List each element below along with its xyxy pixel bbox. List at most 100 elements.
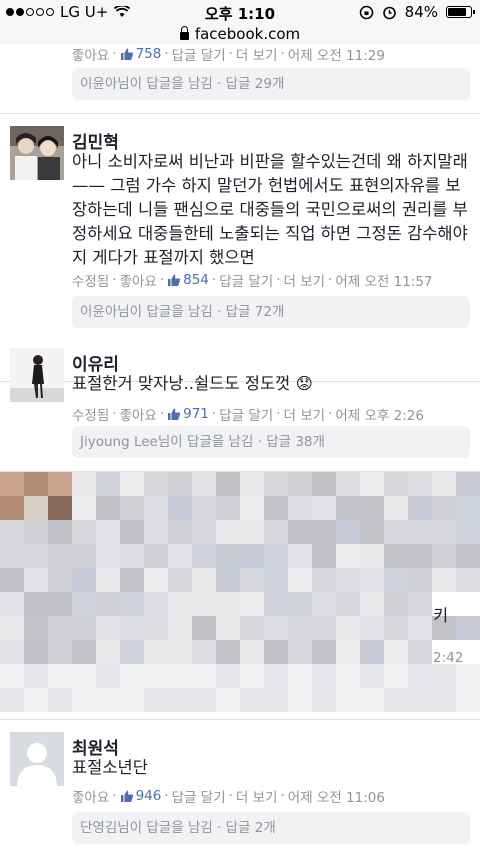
mosaic-cell <box>240 520 264 544</box>
mosaic-cell <box>264 496 288 520</box>
mosaic-cell <box>144 472 168 496</box>
battery-icon <box>446 6 475 18</box>
mosaic-cell <box>24 472 48 496</box>
more-button[interactable]: 더 보기 <box>236 786 278 806</box>
comment-time: 어제 오전 11:57 <box>335 274 433 290</box>
mosaic-cell <box>432 496 456 520</box>
replies-summary[interactable]: 단영김님이 답글을 남김 · 답글 2개 <box>72 812 470 844</box>
mosaic-cell <box>216 472 240 496</box>
mosaic-cell <box>120 544 144 568</box>
mosaic-cell <box>144 496 168 520</box>
like-count[interactable]: 758 <box>120 46 162 62</box>
mosaic-cell <box>264 688 288 712</box>
reply-button[interactable]: 답글 달기 <box>172 786 226 806</box>
mosaic-cell <box>456 520 480 544</box>
url-text: facebook.com <box>194 25 301 43</box>
mosaic-cell <box>96 688 120 712</box>
mosaic-cell <box>120 520 144 544</box>
mosaic-cell <box>288 568 312 592</box>
mosaic-cell <box>216 520 240 544</box>
mosaic-cell <box>24 520 48 544</box>
mosaic-cell <box>48 520 72 544</box>
edited-label: 수정됨 <box>72 408 110 424</box>
more-button[interactable]: 더 보기 <box>283 270 325 290</box>
mosaic-cell <box>360 664 384 688</box>
comment-item: 좋아요 · 758 · 답글 달기 · 더 보기 · 어제 오전 11:29 이윤아님… <box>0 44 480 114</box>
mosaic-cell <box>24 688 48 712</box>
reply-button[interactable]: 답글 달기 <box>172 44 226 64</box>
avatar[interactable] <box>10 348 64 402</box>
mosaic-cell <box>336 688 360 712</box>
mosaic-cell <box>360 496 384 520</box>
mosaic-cell <box>384 544 408 568</box>
comment-meta: 수정됨 · 좋아요 · 971 · 답글 달기 · 더 보기 · 어제 오후 2:26 <box>72 404 424 424</box>
mosaic-cell <box>96 568 120 592</box>
mosaic-cell <box>120 568 144 592</box>
mosaic-cell <box>288 544 312 568</box>
mosaic-cell <box>336 616 360 640</box>
mosaic-cell <box>168 592 192 616</box>
reply-button[interactable]: 답글 달기 <box>219 404 273 424</box>
mosaic-cell <box>264 640 288 664</box>
reply-button[interactable]: 답글 달기 <box>219 270 273 290</box>
replies-summary[interactable]: 이윤아님이 답글을 남김 · 답글 72개 <box>72 296 470 328</box>
mosaic-cell <box>312 592 336 616</box>
mosaic-cell <box>288 592 312 616</box>
mosaic-cell <box>0 640 24 664</box>
replies-summary[interactable]: Jiyoung Lee님이 답글을 남김 · 답글 38개 <box>72 426 470 458</box>
mosaic-cell <box>48 568 72 592</box>
mosaic-cell <box>288 688 312 712</box>
mosaic-cell <box>456 568 480 592</box>
like-count[interactable]: 971 <box>167 406 209 422</box>
mosaic-cell <box>408 472 432 496</box>
mosaic-cell <box>408 544 432 568</box>
like-button[interactable]: 좋아요 <box>72 44 109 64</box>
mosaic-cell <box>264 592 288 616</box>
mosaic-cell <box>120 616 144 640</box>
mosaic-cell <box>216 496 240 520</box>
like-count-value: 971 <box>183 406 209 422</box>
mosaic-cell <box>120 688 144 712</box>
mosaic-cell <box>288 496 312 520</box>
replies-summary[interactable]: 이윤아님이 답글을 남김 · 답글 29개 <box>72 68 470 100</box>
mosaic-cell <box>216 592 240 616</box>
avatar[interactable] <box>10 732 64 786</box>
mosaic-cell <box>360 544 384 568</box>
default-avatar-icon <box>10 732 64 786</box>
mosaic-cell <box>96 616 120 640</box>
like-button[interactable]: 좋아요 <box>120 404 157 424</box>
more-button[interactable]: 더 보기 <box>236 44 278 64</box>
mosaic-cell <box>384 616 408 640</box>
like-count[interactable]: 946 <box>120 788 161 804</box>
mosaic-cell <box>432 544 456 568</box>
mosaic-cell <box>336 496 360 520</box>
mosaic-cell <box>240 496 264 520</box>
more-button[interactable]: 더 보기 <box>283 404 325 424</box>
avatar[interactable] <box>10 126 64 180</box>
mosaic-cell <box>384 664 408 688</box>
address-bar[interactable]: facebook.com <box>0 24 480 44</box>
mosaic-cell <box>0 544 24 568</box>
thumbs-up-icon <box>168 408 181 420</box>
mosaic-cell <box>48 592 72 616</box>
like-count[interactable]: 854 <box>167 272 209 288</box>
mosaic-cell <box>168 568 192 592</box>
alarm-icon <box>382 6 396 19</box>
mosaic-cell <box>288 520 312 544</box>
mosaic-cell <box>144 640 168 664</box>
mosaic-cell <box>120 496 144 520</box>
comment-feed[interactable]: 좋아요 · 758 · 답글 달기 · 더 보기 · 어제 오전 11:29 이윤아님… <box>0 44 480 854</box>
mosaic-cell <box>72 640 96 664</box>
like-button[interactable]: 좋아요 <box>120 270 157 290</box>
mosaic-cell <box>360 592 384 616</box>
comment-time: 어제 오후 2:26 <box>335 408 424 424</box>
mosaic-cell <box>360 688 384 712</box>
mosaic-cell <box>456 496 480 520</box>
edited-label: 수정됨 <box>72 274 110 290</box>
mosaic-cell <box>264 544 288 568</box>
mosaic-cell <box>72 544 96 568</box>
like-count-value: 758 <box>135 46 162 62</box>
mosaic-cell <box>384 520 408 544</box>
like-button[interactable]: 좋아요 <box>72 786 109 806</box>
mosaic-cell <box>240 544 264 568</box>
